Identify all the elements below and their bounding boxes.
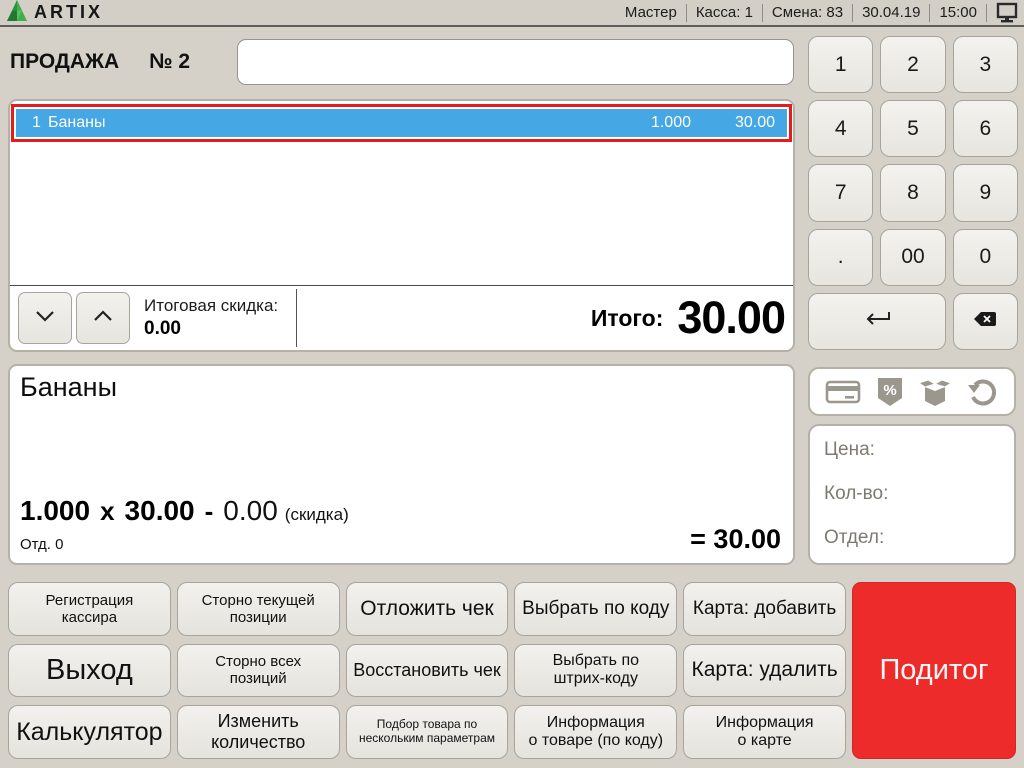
user-name: Мастер	[625, 4, 677, 21]
chevron-down-icon	[34, 307, 56, 329]
sale-header: ПРОДАЖА № 2	[10, 39, 190, 85]
total-discount-label: Итоговая скидка:	[144, 296, 294, 316]
numpad-key-dot[interactable]: .	[808, 229, 873, 286]
detail-line-total: = 30.00	[690, 524, 781, 555]
item-amount: 30.00	[691, 114, 787, 132]
numpad-key-5[interactable]: 5	[880, 100, 945, 157]
action-void-current-line[interactable]: Сторно текущей позиции	[177, 582, 340, 636]
top-bar-status: Мастер Касса: 1 Смена: 83 30.04.19 15:00	[625, 2, 1018, 24]
receipt-number: № 2	[149, 50, 190, 74]
receipt-total-value: 30.00	[677, 292, 785, 344]
item-name: Бананы	[48, 114, 611, 132]
scroll-down-button[interactable]	[18, 292, 72, 344]
discount-percent-icon[interactable]: %	[876, 377, 904, 407]
detail-price: 30.00	[125, 495, 195, 527]
quantity-label: Кол-во:	[824, 483, 1000, 527]
receipt-footer: Итоговая скидка: 0.00 Итого: 30.00	[10, 285, 793, 350]
brand-logo: ARTIX	[6, 0, 103, 27]
top-bar: ARTIX Мастер Касса: 1 Смена: 83 30.04.19…	[0, 0, 1024, 27]
department-label: Отдел:	[824, 527, 1000, 571]
pos-screen: ARTIX Мастер Касса: 1 Смена: 83 30.04.19…	[0, 0, 1024, 768]
current-date: 30.04.19	[862, 4, 920, 21]
enter-arrow-icon	[860, 309, 894, 333]
undo-icon[interactable]	[967, 377, 999, 407]
item-detail-panel: Бананы 1.000 x 30.00 - 0.00 (скидка) Отд…	[8, 364, 795, 565]
shift-number: Смена: 83	[772, 4, 843, 21]
numpad-backspace-key[interactable]	[953, 293, 1018, 350]
chevron-up-icon	[92, 307, 114, 329]
multiply-sign: x	[100, 496, 114, 527]
action-card-remove[interactable]: Карта: удалить	[683, 644, 846, 698]
divider	[762, 4, 763, 22]
monitor-icon	[996, 2, 1018, 24]
numpad-key-1[interactable]: 1	[808, 36, 873, 93]
divider	[929, 4, 930, 22]
numpad-key-4[interactable]: 4	[808, 100, 873, 157]
action-product-info-by-code[interactable]: Информация о товаре (по коду)	[514, 705, 677, 759]
item-index: 1	[16, 114, 48, 132]
sale-title: ПРОДАЖА	[10, 50, 119, 74]
product-box-icon[interactable]	[918, 377, 952, 407]
subtotal-button[interactable]: Подитог	[852, 582, 1016, 759]
action-calculator[interactable]: Калькулятор	[8, 705, 171, 759]
action-exit[interactable]: Выход	[8, 644, 171, 698]
detail-discount-caption: (скидка)	[285, 505, 349, 525]
action-select-by-barcode[interactable]: Выбрать по штрих-коду	[514, 644, 677, 698]
numpad-key-2[interactable]: 2	[880, 36, 945, 93]
detail-item-name: Бананы	[10, 366, 793, 403]
action-register-cashier[interactable]: Регистрация кассира	[8, 582, 171, 636]
numpad: 1 2 3 4 5 6 7 8 9 . 00 0	[808, 36, 1018, 350]
numpad-key-7[interactable]: 7	[808, 164, 873, 221]
action-change-quantity[interactable]: Изменить количество	[177, 705, 340, 759]
total-discount-block: Итоговая скидка: 0.00	[144, 296, 294, 340]
receipt-total-block: Итого: 30.00	[297, 292, 793, 344]
detail-calculation: 1.000 x 30.00 - 0.00 (скидка)	[20, 495, 349, 527]
numpad-key-9[interactable]: 9	[953, 164, 1018, 221]
action-card-info[interactable]: Информация о карте	[683, 705, 846, 759]
action-hold-receipt[interactable]: Отложить чек	[346, 582, 509, 636]
total-discount-value: 0.00	[144, 318, 294, 340]
detail-quantity: 1.000	[20, 495, 90, 527]
selected-row-frame: 1 Бананы 1.000 30.00	[11, 104, 792, 142]
backspace-icon	[973, 309, 997, 333]
scroll-up-button[interactable]	[76, 292, 130, 344]
receipt-panel: 1 Бананы 1.000 30.00 Итоговая скидка: 0.…	[8, 99, 795, 352]
payment-card-icon[interactable]	[825, 378, 861, 406]
scan-input[interactable]	[237, 39, 794, 85]
tools-panel: %	[808, 367, 1016, 416]
entry-info-panel: Цена: Кол-во: Отдел:	[808, 424, 1016, 565]
receipt-item-row[interactable]: 1 Бананы 1.000 30.00	[16, 109, 787, 137]
actions-grid: Регистрация кассира Сторно текущей позиц…	[8, 582, 1016, 759]
numpad-key-8[interactable]: 8	[880, 164, 945, 221]
brand-name: ARTIX	[34, 2, 103, 23]
divider	[986, 4, 987, 22]
artix-triangle-icon	[6, 0, 28, 27]
svg-text:%: %	[883, 382, 896, 399]
price-label: Цена:	[824, 439, 1000, 483]
receipt-total-label: Итого:	[591, 305, 664, 332]
action-select-by-code[interactable]: Выбрать по коду	[514, 582, 677, 636]
numpad-key-3[interactable]: 3	[953, 36, 1018, 93]
action-card-add[interactable]: Карта: добавить	[683, 582, 846, 636]
item-quantity: 1.000	[611, 114, 691, 132]
detail-department: Отд. 0	[20, 536, 63, 553]
action-restore-receipt[interactable]: Восстановить чек	[346, 644, 509, 698]
detail-discount: 0.00	[223, 495, 278, 527]
numpad-key-6[interactable]: 6	[953, 100, 1018, 157]
current-time: 15:00	[939, 4, 977, 21]
numpad-key-0[interactable]: 0	[953, 229, 1018, 286]
action-product-search-by-params[interactable]: Подбор товара по нескольким параметрам	[346, 705, 509, 759]
divider	[852, 4, 853, 22]
numpad-enter-key[interactable]	[808, 293, 946, 350]
numpad-key-00[interactable]: 00	[880, 229, 945, 286]
divider	[686, 4, 687, 22]
action-void-all-lines[interactable]: Сторно всех позиций	[177, 644, 340, 698]
minus-sign: -	[205, 496, 214, 527]
register-number: Касса: 1	[696, 4, 753, 21]
